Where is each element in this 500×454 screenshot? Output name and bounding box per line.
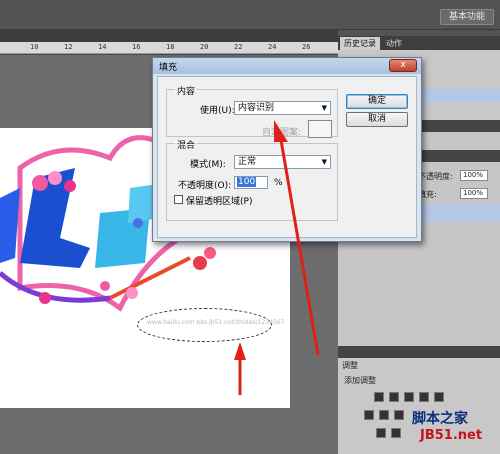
tab-actions[interactable]: 动作 — [382, 37, 406, 50]
use-label: 使用(U): — [200, 106, 235, 116]
ruler-tick: 20 — [200, 43, 209, 51]
ruler-tick: 26 — [302, 43, 311, 51]
ruler-tick: 12 — [64, 43, 73, 51]
custom-pattern-label: 自定图案: — [262, 128, 302, 138]
ruler-tick: 18 — [166, 43, 175, 51]
invert-icon[interactable] — [376, 428, 386, 438]
add-adjustment-label: 添加调整 — [344, 376, 376, 385]
workspace-switcher-button[interactable]: 基本功能 — [439, 9, 494, 25]
contents-group-label: 内容 — [175, 84, 198, 97]
opacity-input-value: 100 — [237, 177, 257, 187]
ok-button[interactable]: 确定 — [346, 94, 408, 109]
brightness-icon[interactable] — [374, 392, 384, 402]
site-watermark-logo: 脚本之家 — [412, 411, 468, 427]
dialog-title: 填充 — [159, 63, 178, 73]
layers-filter-toolbar — [418, 150, 500, 162]
chevron-down-icon: ▼ — [321, 104, 327, 112]
top-bar: 基本功能 — [0, 0, 500, 30]
ruler-tick: 10 — [30, 43, 39, 51]
preserve-transparency-checkbox[interactable] — [174, 195, 183, 204]
layer-opacity-field[interactable]: 100% — [460, 170, 488, 181]
black-white-icon[interactable] — [394, 410, 404, 420]
chevron-down-icon: ▼ — [321, 158, 327, 166]
history-panel-tabs: 历史记录 动作 — [338, 36, 500, 50]
opacity-label: 不透明度(O): — [178, 181, 232, 191]
layer-opacity-label: 不透明度: — [418, 172, 453, 181]
exposure-icon[interactable] — [419, 392, 429, 402]
hue-saturation-icon[interactable] — [364, 410, 374, 420]
opacity-input[interactable]: 100 — [234, 176, 268, 189]
layer-fill-field[interactable]: 100% — [460, 188, 488, 199]
canvas-watermark-text: www.baidu.com bbs.jb51.net/zhidao/123456… — [147, 319, 285, 326]
dialog-title-bar[interactable]: 填充 x — [153, 58, 421, 74]
mode-label: 模式(M): — [190, 160, 226, 170]
mode-dropdown[interactable]: 正常 ▼ — [234, 155, 331, 169]
cancel-button[interactable]: 取消 — [346, 112, 408, 127]
document-tab-strip — [0, 30, 338, 42]
blending-group-label: 混合 — [175, 138, 198, 151]
ruler-tick: 16 — [132, 43, 141, 51]
use-dropdown[interactable]: 内容识别 ▼ — [234, 101, 331, 115]
fill-dialog: 填充 x 内容 使用(U): 内容识别 ▼ 自定图案: 混合 模式(M): 正常… — [152, 57, 422, 242]
tab-history[interactable]: 历史记录 — [340, 37, 380, 50]
preserve-transparency-label[interactable]: 保留透明区域(P) — [186, 194, 252, 207]
ruler-tick: 24 — [268, 43, 277, 51]
posterize-icon[interactable] — [391, 428, 401, 438]
mode-dropdown-value: 正常 — [238, 157, 257, 167]
layers-bottom-toolbar — [338, 346, 500, 358]
adjustments-title: 调整 — [342, 361, 358, 370]
site-watermark-url: JB51.net — [420, 428, 483, 443]
color-balance-icon[interactable] — [379, 410, 389, 420]
use-dropdown-value: 内容识别 — [238, 103, 275, 113]
curves-icon[interactable] — [404, 392, 414, 402]
opacity-unit: % — [274, 178, 283, 188]
close-icon[interactable]: x — [389, 59, 417, 72]
levels-icon[interactable] — [389, 392, 399, 402]
dialog-body: 内容 使用(U): 内容识别 ▼ 自定图案: 混合 模式(M): 正常 ▼ 不透… — [157, 76, 417, 238]
vibrance-icon[interactable] — [434, 392, 444, 402]
ruler-tick: 14 — [98, 43, 107, 51]
ruler-tick: 22 — [234, 43, 243, 51]
pattern-preview-box — [308, 120, 332, 138]
horizontal-ruler: 10 12 14 16 18 20 22 24 26 — [0, 42, 338, 54]
